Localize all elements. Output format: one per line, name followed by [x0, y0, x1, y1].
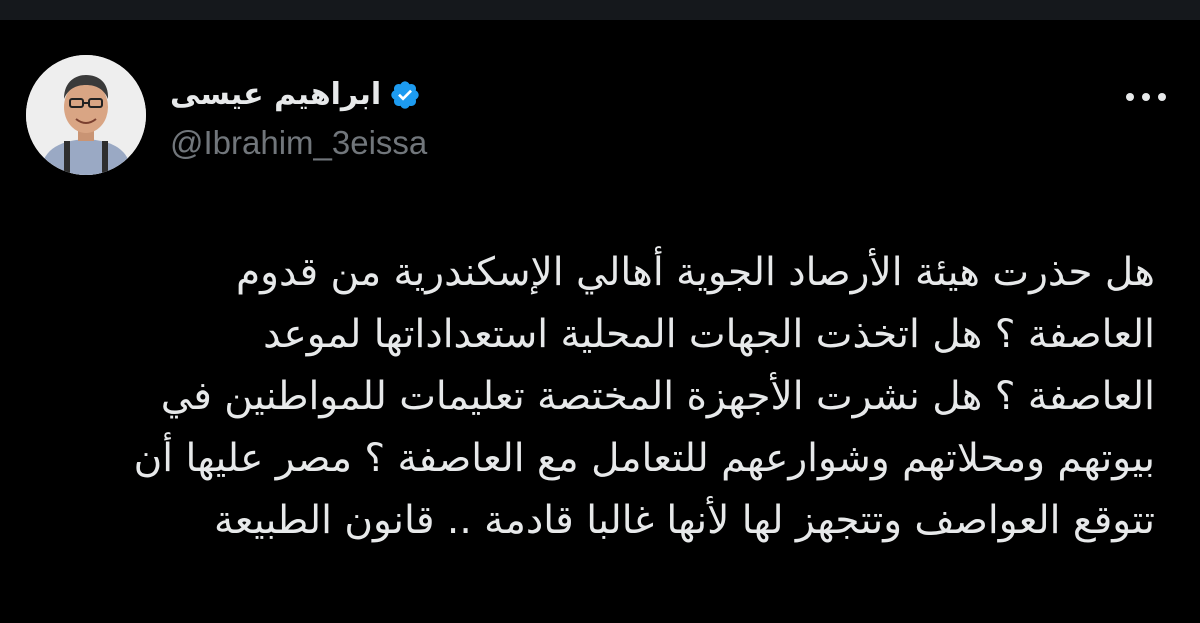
- tweet-text-line: هل حذرت هيئة الأرصاد الجوية أهالي الإسكن…: [236, 250, 1155, 295]
- more-options-button[interactable]: [1120, 77, 1172, 117]
- tweet-text: هل حذرت هيئة الأرصاد الجوية أهالي الإسكن…: [40, 242, 1155, 552]
- avatar-photo: [26, 55, 146, 175]
- verified-badge-icon: [389, 79, 421, 111]
- author-handle[interactable]: @Ibrahim_3eissa: [170, 123, 427, 163]
- author-display-name[interactable]: ابراهيم عيسى: [170, 75, 381, 115]
- tweet-card: ابراهيم عيسى @Ibrahim_3eissa هل حذرت هيئ…: [0, 20, 1200, 623]
- avatar[interactable]: [26, 55, 146, 175]
- top-strip: [0, 0, 1200, 20]
- tweet-text-line: تتوقع العواصف وتتجهز لها لأنها غالبا قاد…: [213, 498, 1155, 543]
- author-name-row[interactable]: ابراهيم عيسى: [170, 75, 421, 115]
- tweet-text-line: العاصفة ؟ هل اتخذت الجهات المحلية استعدا…: [263, 312, 1155, 357]
- tweet-text-line: بيوتهم ومحلاتهم وشوارعهم للتعامل مع العا…: [133, 436, 1155, 481]
- more-dots-icon: [1126, 93, 1166, 101]
- tweet-text-line: العاصفة ؟ هل نشرت الأجهزة المختصة تعليما…: [160, 374, 1155, 419]
